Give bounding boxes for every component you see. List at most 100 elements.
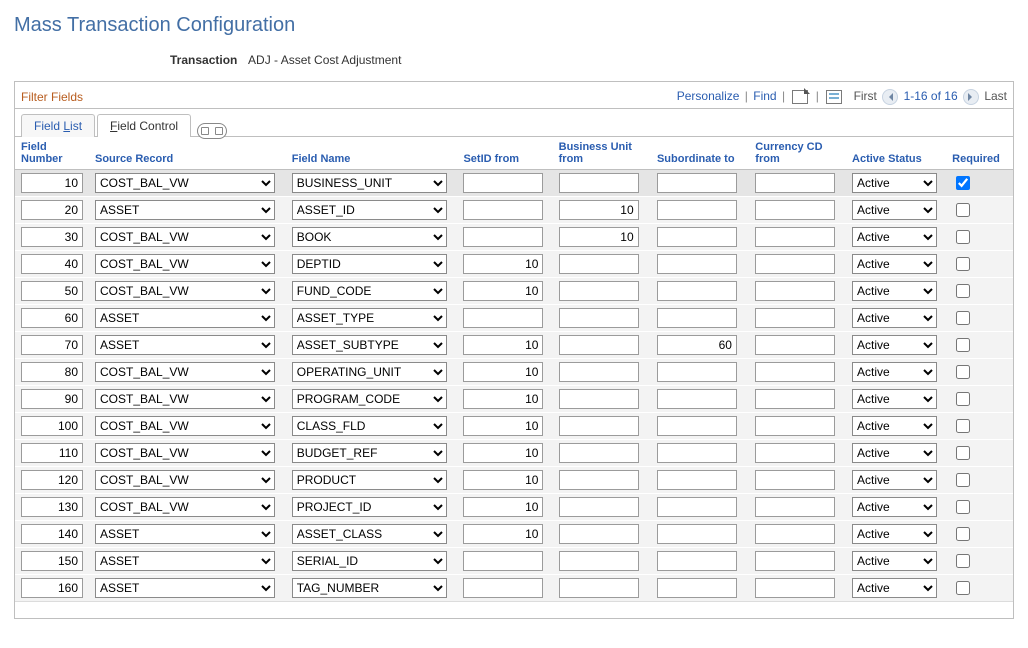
ccd-from-input[interactable] [755,308,835,328]
field-name-select[interactable]: BUDGET_REF [292,443,447,463]
subordinate-to-input[interactable] [657,335,737,355]
field-name-select[interactable]: PROJECT_ID [292,497,447,517]
bu-from-input[interactable] [559,335,639,355]
field-number-input[interactable] [21,497,83,517]
bu-from-input[interactable] [559,227,639,247]
subordinate-to-input[interactable] [657,308,737,328]
source-record-select[interactable]: ASSET [95,308,275,328]
field-number-input[interactable] [21,551,83,571]
source-record-select[interactable]: ASSET [95,551,275,571]
active-status-select[interactable]: Active [852,443,937,463]
source-record-select[interactable]: COST_BAL_VW [95,497,275,517]
field-number-input[interactable] [21,335,83,355]
col-field-number[interactable]: Field Number [15,137,89,170]
bu-from-input[interactable] [559,551,639,571]
col-required[interactable]: Required [946,137,1013,170]
source-record-select[interactable]: COST_BAL_VW [95,254,275,274]
subordinate-to-input[interactable] [657,254,737,274]
ccd-from-input[interactable] [755,470,835,490]
subordinate-to-input[interactable] [657,227,737,247]
col-ccd-from[interactable]: Currency CD from [749,137,846,170]
required-checkbox[interactable] [956,257,970,271]
setid-from-input[interactable] [463,335,543,355]
required-checkbox[interactable] [956,473,970,487]
source-record-select[interactable]: COST_BAL_VW [95,362,275,382]
ccd-from-input[interactable] [755,200,835,220]
active-status-select[interactable]: Active [852,578,937,598]
active-status-select[interactable]: Active [852,551,937,571]
bu-from-input[interactable] [559,524,639,544]
source-record-select[interactable]: COST_BAL_VW [95,281,275,301]
required-checkbox[interactable] [956,365,970,379]
subordinate-to-input[interactable] [657,551,737,571]
ccd-from-input[interactable] [755,416,835,436]
source-record-select[interactable]: COST_BAL_VW [95,416,275,436]
field-number-input[interactable] [21,362,83,382]
setid-from-input[interactable] [463,173,543,193]
ccd-from-input[interactable] [755,389,835,409]
field-number-input[interactable] [21,173,83,193]
tab-field-list[interactable]: Field List [21,114,95,137]
ccd-from-input[interactable] [755,362,835,382]
subordinate-to-input[interactable] [657,281,737,301]
field-name-select[interactable]: DEPTID [292,254,447,274]
setid-from-input[interactable] [463,416,543,436]
active-status-select[interactable]: Active [852,389,937,409]
required-checkbox[interactable] [956,176,970,190]
active-status-select[interactable]: Active [852,254,937,274]
bu-from-input[interactable] [559,281,639,301]
bu-from-input[interactable] [559,497,639,517]
horizontal-scrollbar[interactable] [15,601,1013,618]
subordinate-to-input[interactable] [657,497,737,517]
field-name-select[interactable]: PROGRAM_CODE [292,389,447,409]
col-field-name[interactable]: Field Name [286,137,458,170]
required-checkbox[interactable] [956,230,970,244]
show-all-tabs-icon[interactable] [197,123,227,139]
setid-from-input[interactable] [463,308,543,328]
field-number-input[interactable] [21,578,83,598]
setid-from-input[interactable] [463,227,543,247]
field-name-select[interactable]: BUSINESS_UNIT [292,173,447,193]
ccd-from-input[interactable] [755,281,835,301]
personalize-link[interactable]: Personalize [677,89,740,103]
setid-from-input[interactable] [463,254,543,274]
required-checkbox[interactable] [956,203,970,217]
field-name-select[interactable]: ASSET_SUBTYPE [292,335,447,355]
source-record-select[interactable]: COST_BAL_VW [95,443,275,463]
active-status-select[interactable]: Active [852,227,937,247]
field-name-select[interactable]: ASSET_ID [292,200,447,220]
ccd-from-input[interactable] [755,578,835,598]
setid-from-input[interactable] [463,524,543,544]
field-name-select[interactable]: PRODUCT [292,470,447,490]
required-checkbox[interactable] [956,500,970,514]
field-name-select[interactable]: FUND_CODE [292,281,447,301]
tab-field-control[interactable]: Field Control [97,114,191,137]
bu-from-input[interactable] [559,173,639,193]
subordinate-to-input[interactable] [657,389,737,409]
required-checkbox[interactable] [956,446,970,460]
required-checkbox[interactable] [956,554,970,568]
field-number-input[interactable] [21,470,83,490]
required-checkbox[interactable] [956,311,970,325]
active-status-select[interactable]: Active [852,335,937,355]
field-number-input[interactable] [21,254,83,274]
field-name-select[interactable]: ASSET_CLASS [292,524,447,544]
required-checkbox[interactable] [956,392,970,406]
source-record-select[interactable]: COST_BAL_VW [95,389,275,409]
active-status-select[interactable]: Active [852,524,937,544]
ccd-from-input[interactable] [755,173,835,193]
ccd-from-input[interactable] [755,254,835,274]
col-active-status[interactable]: Active Status [846,137,946,170]
subordinate-to-input[interactable] [657,443,737,463]
setid-from-input[interactable] [463,470,543,490]
required-checkbox[interactable] [956,419,970,433]
source-record-select[interactable]: ASSET [95,524,275,544]
active-status-select[interactable]: Active [852,200,937,220]
prev-page-icon[interactable] [882,89,898,105]
download-icon[interactable] [826,90,842,104]
field-name-select[interactable]: SERIAL_ID [292,551,447,571]
subordinate-to-input[interactable] [657,524,737,544]
source-record-select[interactable]: COST_BAL_VW [95,470,275,490]
active-status-select[interactable]: Active [852,173,937,193]
field-number-input[interactable] [21,281,83,301]
